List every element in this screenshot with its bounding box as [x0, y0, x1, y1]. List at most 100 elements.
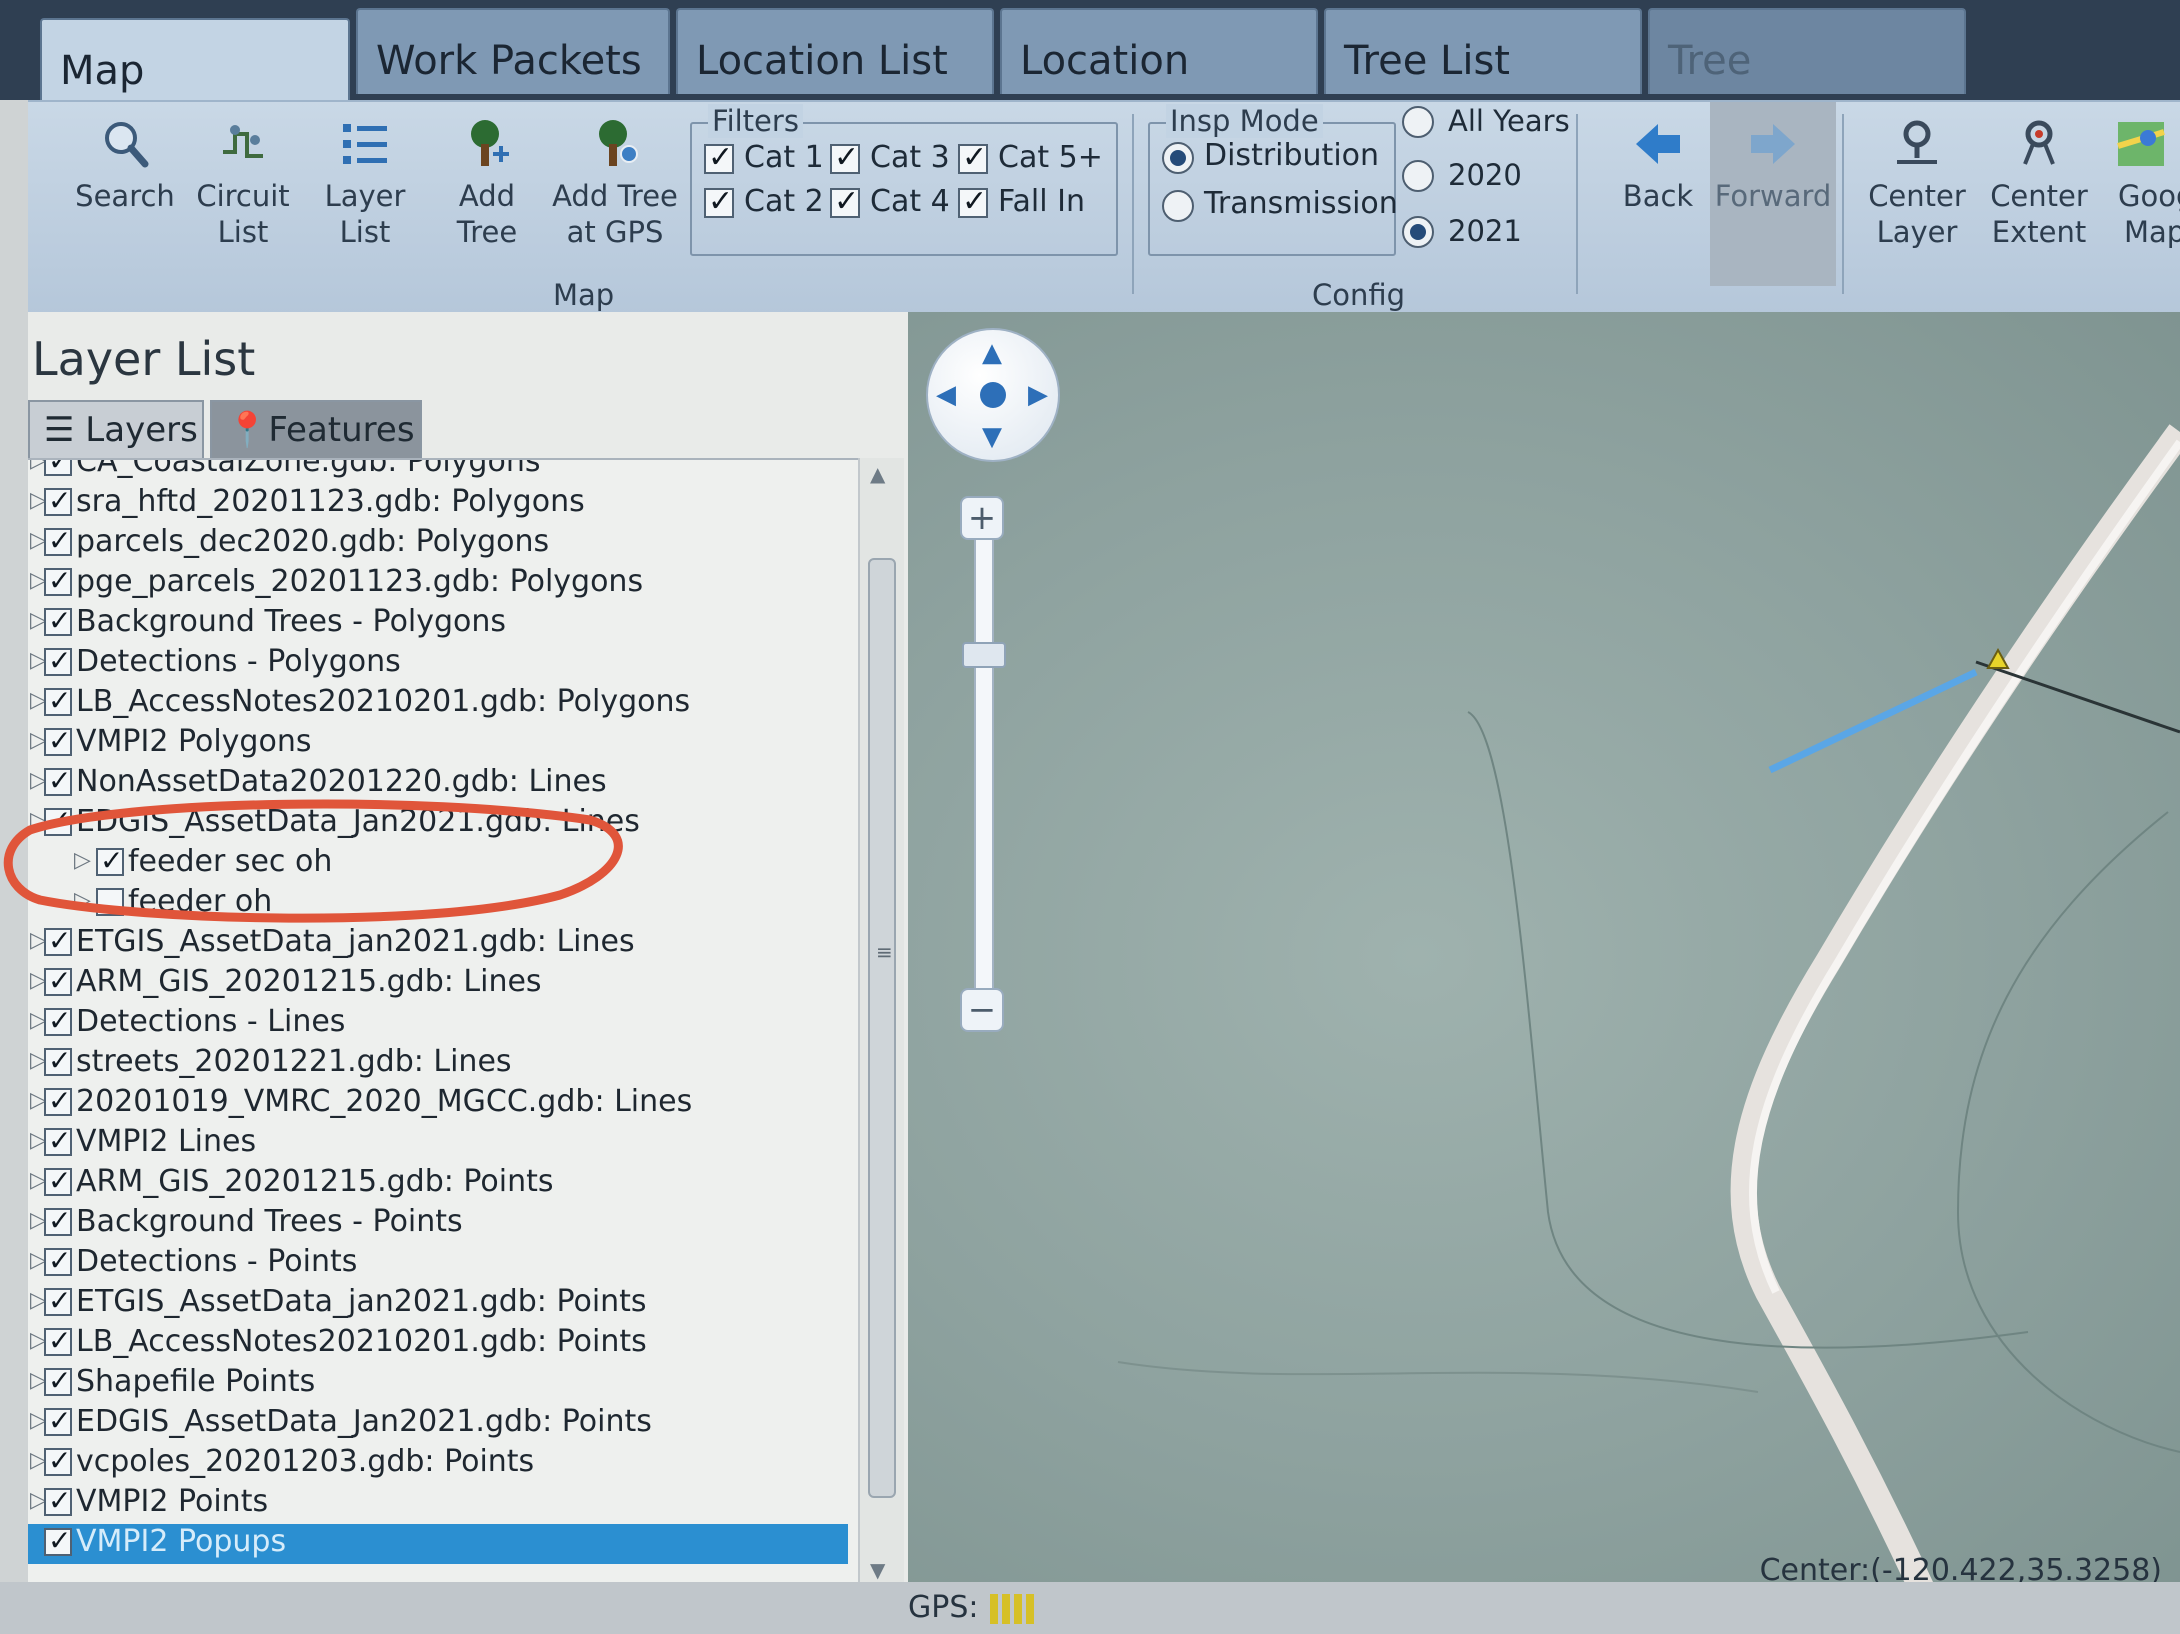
zoom-slider-handle[interactable]	[962, 642, 1006, 668]
layer-visibility-checkbox[interactable]	[44, 460, 72, 477]
layer-item[interactable]: ▷parcels_dec2020.gdb: Polygons	[28, 524, 848, 564]
pan-center-icon[interactable]	[980, 382, 1006, 408]
layer-visibility-checkbox[interactable]	[44, 1124, 72, 1157]
layer-visibility-checkbox[interactable]	[44, 524, 72, 557]
layer-item[interactable]: ▷LB_AccessNotes20210201.gdb: Polygons	[28, 684, 848, 724]
layer-visibility-checkbox[interactable]	[44, 724, 72, 757]
layer-list-button[interactable]: Layer List	[310, 116, 420, 250]
pan-up-icon[interactable]: ▲	[982, 338, 1002, 368]
layer-item[interactable]: ▷Background Trees - Polygons	[28, 604, 848, 644]
tab-tree[interactable]: Tree	[1648, 8, 1966, 94]
layer-label: vcpoles_20201203.gdb: Points	[76, 1444, 535, 1479]
scroll-up-arrow-icon[interactable]: ▲	[870, 462, 885, 486]
layer-item[interactable]: ▷pge_parcels_20201123.gdb: Polygons	[28, 564, 848, 604]
layer-item[interactable]: ▷Detections - Polygons	[28, 644, 848, 684]
add-tree-gps-button[interactable]: Add Tree at GPS	[550, 116, 680, 250]
layer-label: ETGIS_AssetData_jan2021.gdb: Points	[76, 1284, 647, 1319]
layer-visibility-checkbox[interactable]	[44, 604, 72, 637]
layer-item[interactable]: ▷streets_20201221.gdb: Lines	[28, 1044, 848, 1084]
circuit-list-button[interactable]: Circuit List	[188, 116, 298, 250]
tab-work-packets[interactable]: Work Packets	[356, 8, 670, 94]
layer-item[interactable]: ▷ETGIS_AssetData_jan2021.gdb: Lines	[28, 924, 848, 964]
layer-item[interactable]: ▷VMPI2 Polygons	[28, 724, 848, 764]
layer-visibility-checkbox[interactable]	[44, 1324, 72, 1357]
layer-visibility-checkbox[interactable]	[44, 684, 72, 717]
layer-visibility-checkbox[interactable]	[44, 1084, 72, 1117]
tab-tree-list[interactable]: Tree List	[1324, 8, 1642, 94]
zoom-in-button[interactable]: +	[960, 496, 1004, 540]
center-extent-button[interactable]: Center Extent	[1984, 116, 2094, 250]
layer-item[interactable]: ▷ARM_GIS_20201215.gdb: Points	[28, 1164, 848, 1204]
layer-visibility-checkbox[interactable]	[44, 1044, 72, 1077]
fall-in-checkbox[interactable]	[958, 184, 988, 219]
year-2021-radio[interactable]	[1402, 216, 1434, 248]
layer-item[interactable]: ▷EDGIS_AssetData_Jan2021.gdb: Points	[28, 1404, 848, 1444]
distribution-radio[interactable]	[1162, 142, 1194, 174]
map-view[interactable]: ▲ ▼ ◀ ▶ + − Center:(-120.422,35.3258)	[908, 312, 2180, 1602]
layer-visibility-checkbox[interactable]	[44, 1444, 72, 1477]
status-bar: GPS:	[0, 1582, 2180, 1634]
layer-item[interactable]: ▷20201019_VMRC_2020_MGCC.gdb: Lines	[28, 1084, 848, 1124]
layer-label: ARM_GIS_20201215.gdb: Lines	[76, 964, 542, 999]
center-layer-button[interactable]: Center Layer	[1862, 116, 1972, 250]
layer-item[interactable]: ▷ARM_GIS_20201215.gdb: Lines	[28, 964, 848, 1004]
layer-label: Background Trees - Polygons	[76, 604, 507, 639]
layer-visibility-checkbox[interactable]	[44, 484, 72, 517]
layer-item[interactable]: ▷Shapefile Points	[28, 1364, 848, 1404]
layer-item[interactable]: ▷Detections - Lines	[28, 1004, 848, 1044]
layer-item[interactable]: ▷VMPI2 Points	[28, 1484, 848, 1524]
forward-button[interactable]: Forward	[1710, 102, 1836, 286]
map-marker-icon	[2023, 120, 2055, 165]
contour-line	[1117, 1361, 1759, 1393]
layer-item[interactable]: ▷ETGIS_AssetData_jan2021.gdb: Points	[28, 1284, 848, 1324]
zoom-slider-track[interactable]	[974, 502, 994, 1016]
vertical-scrollbar[interactable]: ▲ ≡ ▼	[858, 458, 904, 1588]
cat2-checkbox[interactable]	[704, 184, 734, 219]
layer-item[interactable]: VMPI2 Popups	[28, 1524, 848, 1564]
list-icon	[343, 124, 387, 164]
layer-visibility-checkbox[interactable]	[44, 1244, 72, 1277]
add-tree-button[interactable]: Add Tree	[432, 116, 542, 250]
cat4-checkbox[interactable]	[830, 184, 860, 219]
layer-visibility-checkbox[interactable]	[44, 1164, 72, 1197]
scroll-down-arrow-icon[interactable]: ▼	[870, 1558, 885, 1582]
tab-layers[interactable]: ☰ Layers	[28, 400, 204, 458]
pan-left-icon[interactable]: ◀	[936, 380, 956, 410]
layer-item[interactable]: ▷vcpoles_20201203.gdb: Points	[28, 1444, 848, 1484]
transmission-radio[interactable]	[1162, 190, 1194, 222]
layer-visibility-checkbox[interactable]	[44, 1404, 72, 1437]
all-years-radio[interactable]	[1402, 106, 1434, 138]
cat1-checkbox[interactable]	[704, 140, 734, 175]
layer-visibility-checkbox[interactable]	[44, 1204, 72, 1237]
layer-visibility-checkbox[interactable]	[44, 644, 72, 677]
year-2020-radio[interactable]	[1402, 160, 1434, 192]
pan-right-icon[interactable]: ▶	[1028, 380, 1048, 410]
layer-item[interactable]: ▷Background Trees - Points	[28, 1204, 848, 1244]
cat5-checkbox[interactable]	[958, 140, 988, 175]
layer-item[interactable]: ▷LB_AccessNotes20210201.gdb: Points	[28, 1324, 848, 1364]
layer-visibility-checkbox[interactable]	[44, 1484, 72, 1517]
tab-location-list[interactable]: Location List	[676, 8, 994, 94]
zoom-out-button[interactable]: −	[960, 988, 1004, 1032]
tab-location[interactable]: Location	[1000, 8, 1318, 94]
layer-visibility-checkbox[interactable]	[44, 1524, 72, 1557]
tab-map[interactable]: Map	[40, 18, 350, 100]
cat3-checkbox[interactable]	[830, 140, 860, 175]
layer-item[interactable]: ▷VMPI2 Lines	[28, 1124, 848, 1164]
layer-item[interactable]: ▷Detections - Points	[28, 1244, 848, 1284]
layer-visibility-checkbox[interactable]	[44, 924, 72, 957]
layer-visibility-checkbox[interactable]	[44, 1004, 72, 1037]
layer-item[interactable]: ▷sra_hftd_20201123.gdb: Polygons	[28, 484, 848, 524]
layer-visibility-checkbox[interactable]	[44, 1284, 72, 1317]
pan-down-icon[interactable]: ▼	[982, 422, 1002, 452]
tab-features[interactable]: 📍Features	[210, 400, 422, 458]
google-map-button[interactable]: Goog Map	[2106, 116, 2180, 250]
layer-item[interactable]: ▷CA_CoastalZone.gdb: Polygons	[28, 460, 848, 484]
search-button[interactable]: Search	[70, 116, 180, 214]
layer-visibility-checkbox[interactable]	[44, 964, 72, 997]
back-button[interactable]: Back	[1608, 116, 1708, 214]
layer-visibility-checkbox[interactable]	[44, 564, 72, 597]
pan-control[interactable]: ▲ ▼ ◀ ▶	[926, 328, 1060, 462]
scroll-thumb[interactable]	[868, 558, 896, 1498]
layer-visibility-checkbox[interactable]	[44, 1364, 72, 1397]
